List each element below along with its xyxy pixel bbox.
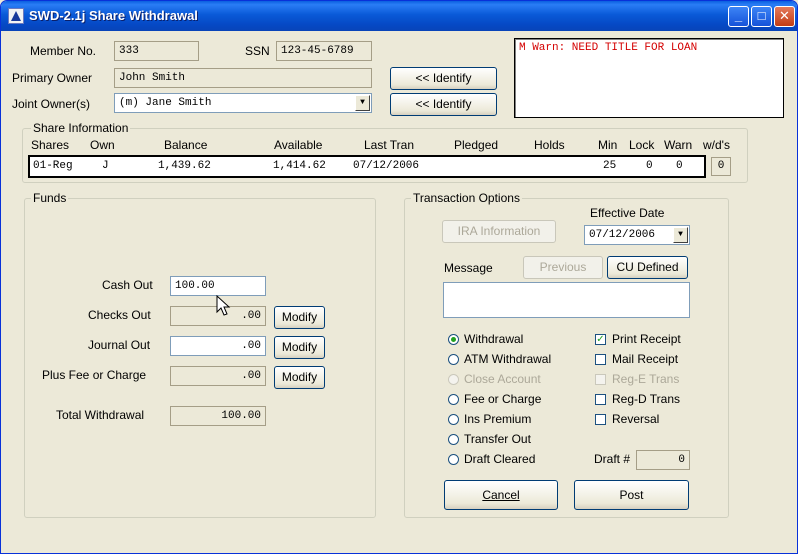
reg-e-trans-checkbox[interactable] [595,374,606,385]
joint-owner-select[interactable]: (m) Jane Smith ▼ [114,93,372,113]
col-pledged: Pledged [454,138,499,152]
member-no-field: 333 [114,41,199,61]
mouse-pointer-icon [216,295,231,316]
share-wds: 0 [711,157,731,176]
col-shares: Shares [31,138,70,152]
draft-cleared-label: Draft Cleared [464,452,536,466]
primary-owner-label: Primary Owner [12,71,93,85]
member-no-label: Member No. [30,44,97,58]
fee-label: Plus Fee or Charge [42,368,147,382]
cash-out-input[interactable]: 100.00 [170,276,266,296]
share-lock: 0 [646,160,653,172]
share-last-tran: 07/12/2006 [353,160,420,172]
modify-checks-button[interactable]: Modify [274,306,325,329]
cancel-button[interactable]: Cancel [444,480,558,510]
title-bar[interactable]: SWD-2.1j Share Withdrawal _ □ ✕ [1,1,797,31]
message-input[interactable] [443,282,690,318]
ssn-label: SSN [245,44,270,58]
member-warning-box: M Warn: NEED TITLE FOR LOAN [514,38,784,118]
app-logo-icon [8,8,24,24]
fee-or-charge-radio[interactable] [448,394,459,405]
share-information-title: Share Information [31,121,131,135]
previous-button[interactable]: Previous [523,256,603,279]
col-holds: Holds [534,138,565,152]
share-balance: 1,439.62 [158,160,211,172]
total-withdrawal-label: Total Withdrawal [56,408,145,422]
mail-receipt-checkbox[interactable] [595,354,606,365]
cancel-button-label: Cancel [482,488,520,502]
journal-out-label: Journal Out [88,338,151,352]
post-button-label: Post [619,488,644,502]
col-balance: Balance [164,138,208,152]
reversal-label: Reversal [612,412,660,426]
total-withdrawal-field: 100.00 [170,406,266,426]
window-title: SWD-2.1j Share Withdrawal [29,8,198,23]
transfer-out-radio[interactable] [448,434,459,445]
effective-date-label: Effective Date [590,206,665,220]
journal-out-input[interactable]: .00 [170,336,266,356]
col-min: Min [598,138,618,152]
share-row[interactable]: 01-Reg J 1,439.62 1,414.62 07/12/2006 25… [28,155,706,178]
atm-withdrawal-label: ATM Withdrawal [464,352,552,366]
cash-out-label: Cash Out [102,278,153,292]
share-warn: 0 [676,160,683,172]
reg-e-trans-label: Reg-E Trans [612,372,680,386]
print-receipt-label: Print Receipt [612,332,681,346]
ira-information-button[interactable]: IRA Information [442,220,556,243]
cu-defined-button[interactable]: CU Defined [607,256,688,279]
share-id: 01-Reg [33,160,73,172]
primary-owner-field: John Smith [114,68,372,88]
ins-premium-label: Ins Premium [464,412,532,426]
joint-owner-label: Joint Owner(s) [12,97,91,111]
modify-journal-button[interactable]: Modify [274,336,325,359]
close-account-label: Close Account [464,372,541,386]
fee-or-charge-label: Fee or Charge [464,392,542,406]
ssn-field: 123-45-6789 [276,41,372,61]
withdrawal-radio[interactable] [448,334,459,345]
share-min: 25 [603,160,617,172]
post-button[interactable]: Post [574,480,689,510]
draft-number-label: Draft # [594,452,631,466]
share-available: 1,414.62 [273,160,326,172]
minimize-button[interactable]: _ [728,6,749,27]
draft-number-field: 0 [636,450,690,470]
withdrawal-label: Withdrawal [464,332,524,346]
atm-withdrawal-radio[interactable] [448,354,459,365]
share-own: J [102,160,109,172]
col-own: Own [90,138,115,152]
chevron-down-icon[interactable]: ▼ [673,227,688,243]
col-last-tran: Last Tran [364,138,415,152]
reversal-checkbox[interactable] [595,414,606,425]
warning-text: M Warn: NEED TITLE FOR LOAN [519,42,698,54]
chevron-down-icon[interactable]: ▼ [355,95,370,111]
reg-d-trans-label: Reg-D Trans [612,392,681,406]
transfer-out-label: Transfer Out [464,432,531,446]
identify-joint-button[interactable]: << Identify [390,93,497,116]
mail-receipt-label: Mail Receipt [612,352,679,366]
close-account-radio[interactable] [448,374,459,385]
funds-title: Funds [31,191,69,205]
transaction-options-title: Transaction Options [411,191,522,205]
draft-cleared-radio[interactable] [448,454,459,465]
col-wds: w/d's [703,138,730,152]
fee-field: .00 [170,366,266,386]
col-warn: Warn [664,138,693,152]
close-button[interactable]: ✕ [774,6,795,27]
col-lock: Lock [629,138,655,152]
effective-date-select[interactable]: 07/12/2006 ▼ [584,225,690,245]
reg-d-trans-checkbox[interactable] [595,394,606,405]
joint-owner-value: (m) Jane Smith [119,97,212,109]
maximize-button[interactable]: □ [751,6,772,27]
effective-date-value: 07/12/2006 [589,229,656,241]
col-available: Available [274,138,323,152]
identify-primary-button[interactable]: << Identify [390,67,497,90]
modify-fee-button[interactable]: Modify [274,366,325,389]
share-withdrawal-window: SWD-2.1j Share Withdrawal _ □ ✕ Member N… [0,0,798,554]
print-receipt-checkbox[interactable]: ✓ [595,334,606,345]
checks-out-label: Checks Out [88,308,151,322]
message-label: Message [444,261,493,275]
ins-premium-radio[interactable] [448,414,459,425]
